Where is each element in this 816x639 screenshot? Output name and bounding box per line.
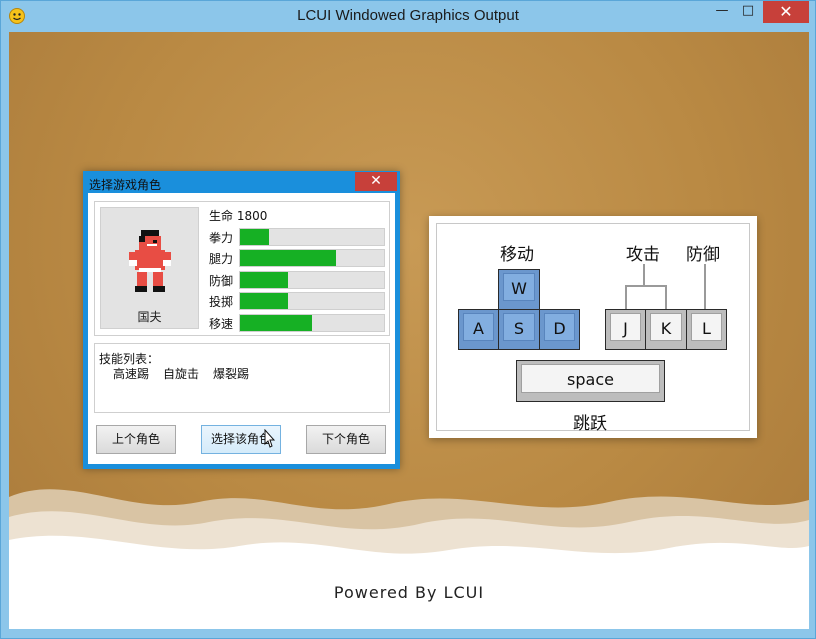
move-label: 移动 — [500, 245, 534, 265]
connector-line — [665, 285, 667, 309]
stat-row-throw: 投掷 — [209, 292, 385, 310]
stat-label: 拳力 — [209, 231, 234, 245]
key-j: J — [605, 309, 646, 350]
key-s: S — [498, 309, 540, 350]
next-character-button[interactable]: 下个角色 — [306, 425, 386, 454]
window-title: LCUI Windowed Graphics Output — [297, 7, 519, 24]
attack-label: 攻击 — [626, 245, 660, 265]
key-l: L — [686, 309, 727, 350]
skill-item: 自旋击 — [163, 367, 200, 381]
dialog-body: 国夫 生命 1800 拳力 腿力 防御 投掷 移速 技能列表： 高速踢 自旋击 … — [88, 193, 395, 464]
stat-label: 移速 — [209, 317, 234, 331]
title-bar[interactable]: LCUI Windowed Graphics Output — □ ✕ — [1, 1, 815, 31]
connector-line — [643, 264, 645, 286]
character-name: 国夫 — [137, 310, 162, 324]
app-window: LCUI Windowed Graphics Output — □ ✕ Powe… — [0, 0, 816, 639]
hp-row: 生命 1800 — [209, 207, 267, 224]
stat-row-defense: 防御 — [209, 271, 385, 289]
wave-decoration — [9, 489, 809, 629]
defend-label: 防御 — [686, 245, 720, 265]
key-w: W — [498, 269, 540, 310]
stat-row-punch: 拳力 — [209, 228, 385, 246]
character-stats-panel: 国夫 生命 1800 拳力 腿力 防御 投掷 移速 — [94, 201, 390, 336]
stat-bar — [239, 228, 385, 246]
stat-label: 腿力 — [209, 252, 234, 266]
controls-help-inner: 移动 攻击 防御 W A S D J K L space 跳跃 — [436, 223, 750, 434]
skill-list-panel: 技能列表： 高速踢 自旋击 爆裂踢 — [94, 343, 390, 413]
stat-bar — [239, 292, 385, 310]
key-k: K — [645, 309, 687, 350]
stat-fill — [240, 315, 312, 331]
jump-label: 跳跃 — [573, 414, 607, 434]
stat-bar — [239, 314, 385, 332]
minimize-button[interactable]: — — [709, 1, 735, 23]
powered-by-text: Powered By LCUI — [333, 583, 485, 602]
controls-help-panel: 移动 攻击 防御 W A S D J K L space 跳跃 — [429, 216, 757, 438]
dialog-title: 选择游戏角色 — [89, 178, 162, 192]
stat-label: 投掷 — [209, 295, 234, 309]
stat-fill — [240, 250, 337, 266]
hp-value: 1800 — [236, 209, 268, 223]
connector-line — [625, 285, 667, 287]
skill-item: 高速踢 — [113, 367, 150, 381]
key-d: D — [539, 309, 580, 350]
hp-label: 生命 — [209, 209, 234, 223]
mouse-cursor-icon — [264, 429, 276, 448]
stat-row-speed: 移速 — [209, 314, 385, 332]
dialog-close-button[interactable]: ✕ — [355, 172, 397, 191]
stat-fill — [240, 272, 288, 288]
character-sprite-icon — [129, 230, 171, 292]
prev-character-button[interactable]: 上个角色 — [96, 425, 176, 454]
skill-list: 高速踢 自旋击 爆裂踢 — [113, 365, 249, 382]
stat-label: 防御 — [209, 274, 234, 288]
character-select-dialog: 选择游戏角色 ✕ 国夫 生命 1800 拳力 腿力 防御 投掷 移速 技能列表：… — [83, 171, 400, 469]
character-portrait: 国夫 — [100, 207, 199, 329]
stat-row-kick: 腿力 — [209, 249, 385, 267]
connector-line — [704, 264, 706, 309]
game-canvas: Powered By LCUI 选择游戏角色 ✕ 国夫 生命 1800 拳力 腿… — [9, 32, 809, 629]
skill-item: 爆裂踢 — [213, 367, 250, 381]
stat-bar — [239, 271, 385, 289]
stat-fill — [240, 229, 269, 245]
key-a: A — [458, 309, 499, 350]
connector-line — [625, 285, 627, 309]
close-button[interactable]: ✕ — [763, 1, 809, 23]
stat-bar — [239, 249, 385, 267]
maximize-button[interactable]: □ — [735, 1, 761, 23]
stat-fill — [240, 293, 288, 309]
key-space: space — [516, 360, 665, 402]
